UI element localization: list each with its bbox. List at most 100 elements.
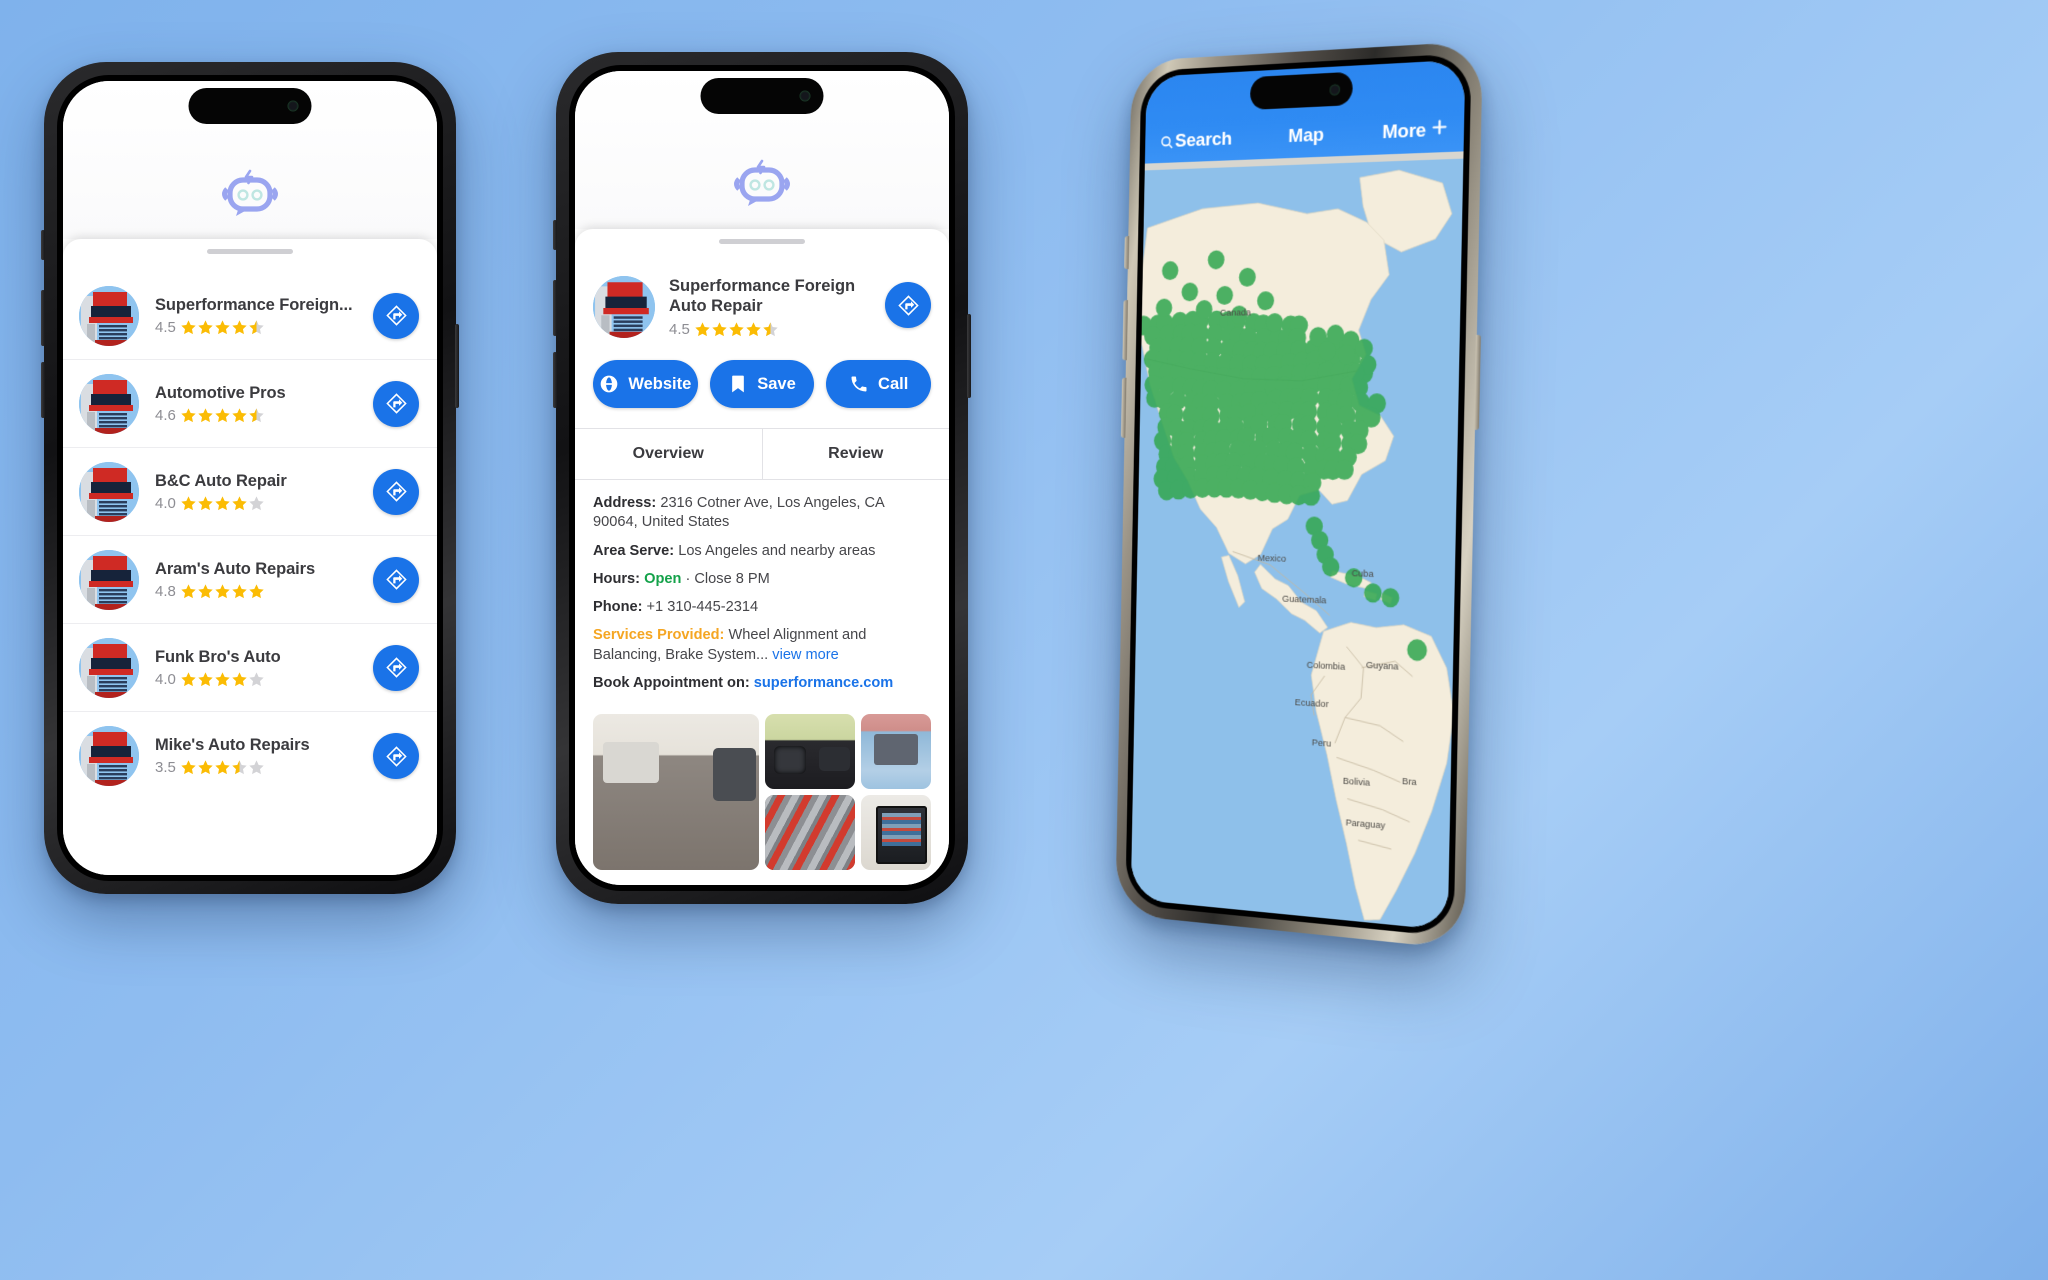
business-name: Aram's Auto Repairs — [155, 559, 316, 578]
phone2-screen: Superformance Foreign Auto Repair 4.5 We… — [575, 71, 949, 885]
phone3-screen: Search Map More Canada Mexico Cuba Guate… — [1130, 59, 1466, 931]
gallery-photo-tools[interactable] — [765, 795, 855, 870]
mute-switch[interactable] — [41, 230, 45, 260]
volume-up-button[interactable] — [553, 280, 557, 336]
directions-button[interactable] — [373, 468, 419, 515]
business-header: Superformance Foreign Auto Repair 4.5 — [575, 244, 949, 338]
coverage-marker — [1330, 361, 1349, 382]
mute-switch[interactable] — [553, 220, 557, 250]
directions-button[interactable] — [373, 380, 419, 427]
coverage-marker — [1292, 351, 1312, 372]
coverage-marker — [1316, 544, 1335, 565]
phone-bezel: Superformance Foreign... 4.5 Automotive Pr… — [57, 75, 443, 881]
power-button[interactable] — [967, 314, 971, 398]
coverage-marker — [1316, 388, 1336, 409]
volume-up-button[interactable] — [1122, 300, 1128, 361]
hours-line: Hours: Open · Close 8 PM — [593, 570, 931, 589]
power-button[interactable] — [1473, 334, 1481, 430]
volume-down-button[interactable] — [41, 362, 45, 418]
bottom-sheet: Superformance Foreign... 4.5 Automotive Pr… — [63, 239, 437, 875]
directions-button[interactable] — [373, 644, 419, 691]
search-button[interactable]: Search — [1159, 129, 1232, 154]
phone-bezel: Superformance Foreign Auto Repair 4.5 We… — [569, 65, 955, 891]
coverage-marker — [1325, 403, 1345, 425]
phone-value[interactable]: +1 310-445-2314 — [647, 599, 759, 615]
phone-device-list: Superformance Foreign... 4.5 Automotive Pr… — [41, 62, 459, 894]
phone-label: Phone: — [593, 599, 643, 615]
directions-button[interactable] — [885, 282, 931, 328]
gallery-photo-lifts[interactable] — [765, 714, 855, 789]
business-list-item[interactable]: Mike's Auto Repairs 3.5 — [63, 712, 437, 800]
business-list-item[interactable]: Superformance Foreign... 4.5 — [63, 272, 437, 360]
front-camera-icon — [1329, 83, 1341, 96]
power-button[interactable] — [455, 324, 459, 408]
detail-tabs: Overview Review — [575, 428, 949, 480]
coverage-marker — [1317, 374, 1336, 396]
coverage-marker — [1298, 401, 1318, 422]
view-more-link[interactable]: view more — [772, 647, 839, 663]
tab-review[interactable]: Review — [762, 429, 949, 479]
volume-up-button[interactable] — [41, 290, 45, 346]
business-list-item[interactable]: Funk Bro's Auto 4.0 — [63, 624, 437, 712]
coverage-marker — [1381, 587, 1400, 608]
business-meta: Automotive Pros 4.6 — [139, 384, 373, 424]
star-full-icon — [181, 671, 196, 686]
map-label: Bolivia — [1343, 776, 1371, 789]
business-avatar — [79, 637, 139, 698]
map-label: Paraguay — [1345, 817, 1385, 831]
coverage-marker — [1304, 362, 1323, 383]
star-full-icon — [746, 322, 761, 337]
directions-arrow-icon — [385, 569, 407, 590]
coverage-marker — [1349, 377, 1369, 398]
coverage-marker — [1291, 414, 1311, 435]
booking-link[interactable]: superformance.com — [754, 675, 894, 691]
star-full-icon — [232, 319, 247, 334]
star-rating-icons — [180, 407, 265, 424]
business-list-item[interactable]: Automotive Pros 4.6 — [63, 360, 437, 448]
front-camera-icon — [799, 90, 811, 102]
gallery-photo-shop[interactable] — [593, 714, 759, 870]
business-name: Mike's Auto Repairs — [155, 736, 310, 754]
coverage-marker — [1291, 363, 1310, 384]
call-button[interactable]: Call — [826, 360, 932, 408]
star-full-icon — [232, 407, 247, 422]
phone-device-map: Search Map More Canada Mexico Cuba Guate… — [1115, 40, 1483, 950]
business-list-item[interactable]: Aram's Auto Repairs 4.8 — [63, 536, 437, 624]
hours-label: Hours: — [593, 570, 641, 587]
tab-overview[interactable]: Overview — [575, 429, 763, 479]
star-rating-icons — [180, 759, 265, 776]
star-half-icon — [249, 319, 264, 334]
business-list-item[interactable]: B&C Auto Repair 4.0 — [63, 448, 437, 536]
mute-switch[interactable] — [1124, 236, 1130, 270]
search-icon — [1159, 134, 1174, 150]
volume-down-button[interactable] — [1120, 377, 1127, 438]
more-button[interactable]: More — [1382, 118, 1448, 144]
rating-value: 4.6 — [155, 406, 176, 424]
coverage-marker — [1349, 420, 1369, 441]
area-serve-line: Area Serve: Los Angeles and nearby areas — [593, 542, 931, 561]
map-label: Peru — [1312, 737, 1331, 749]
rating-value: 4.0 — [155, 670, 176, 688]
open-status-badge: Open — [644, 570, 682, 587]
address-label: Address: — [593, 495, 657, 511]
star-rating-icons — [180, 495, 265, 512]
business-avatar — [79, 373, 139, 434]
coverage-marker — [1318, 340, 1337, 361]
coverage-marker — [1305, 516, 1324, 536]
business-avatar — [79, 461, 139, 522]
directions-button[interactable] — [373, 733, 419, 779]
directions-button[interactable] — [373, 292, 419, 339]
gallery-photo-screen[interactable] — [861, 795, 931, 870]
coverage-marker — [1322, 432, 1342, 453]
map-canvas[interactable]: Canada Mexico Cuba Guatemala Colombia Guyana E… — [1130, 165, 1464, 931]
coverage-marker — [1317, 337, 1337, 358]
save-button[interactable]: Save — [709, 360, 815, 408]
coverage-marker — [1321, 557, 1340, 577]
website-button[interactable]: Website — [593, 360, 698, 408]
dynamic-island — [188, 88, 312, 124]
star-full-icon — [695, 322, 710, 337]
directions-button[interactable] — [373, 556, 419, 603]
coverage-marker — [1340, 419, 1360, 440]
gallery-photo-door[interactable] — [861, 714, 931, 789]
volume-down-button[interactable] — [553, 352, 557, 408]
